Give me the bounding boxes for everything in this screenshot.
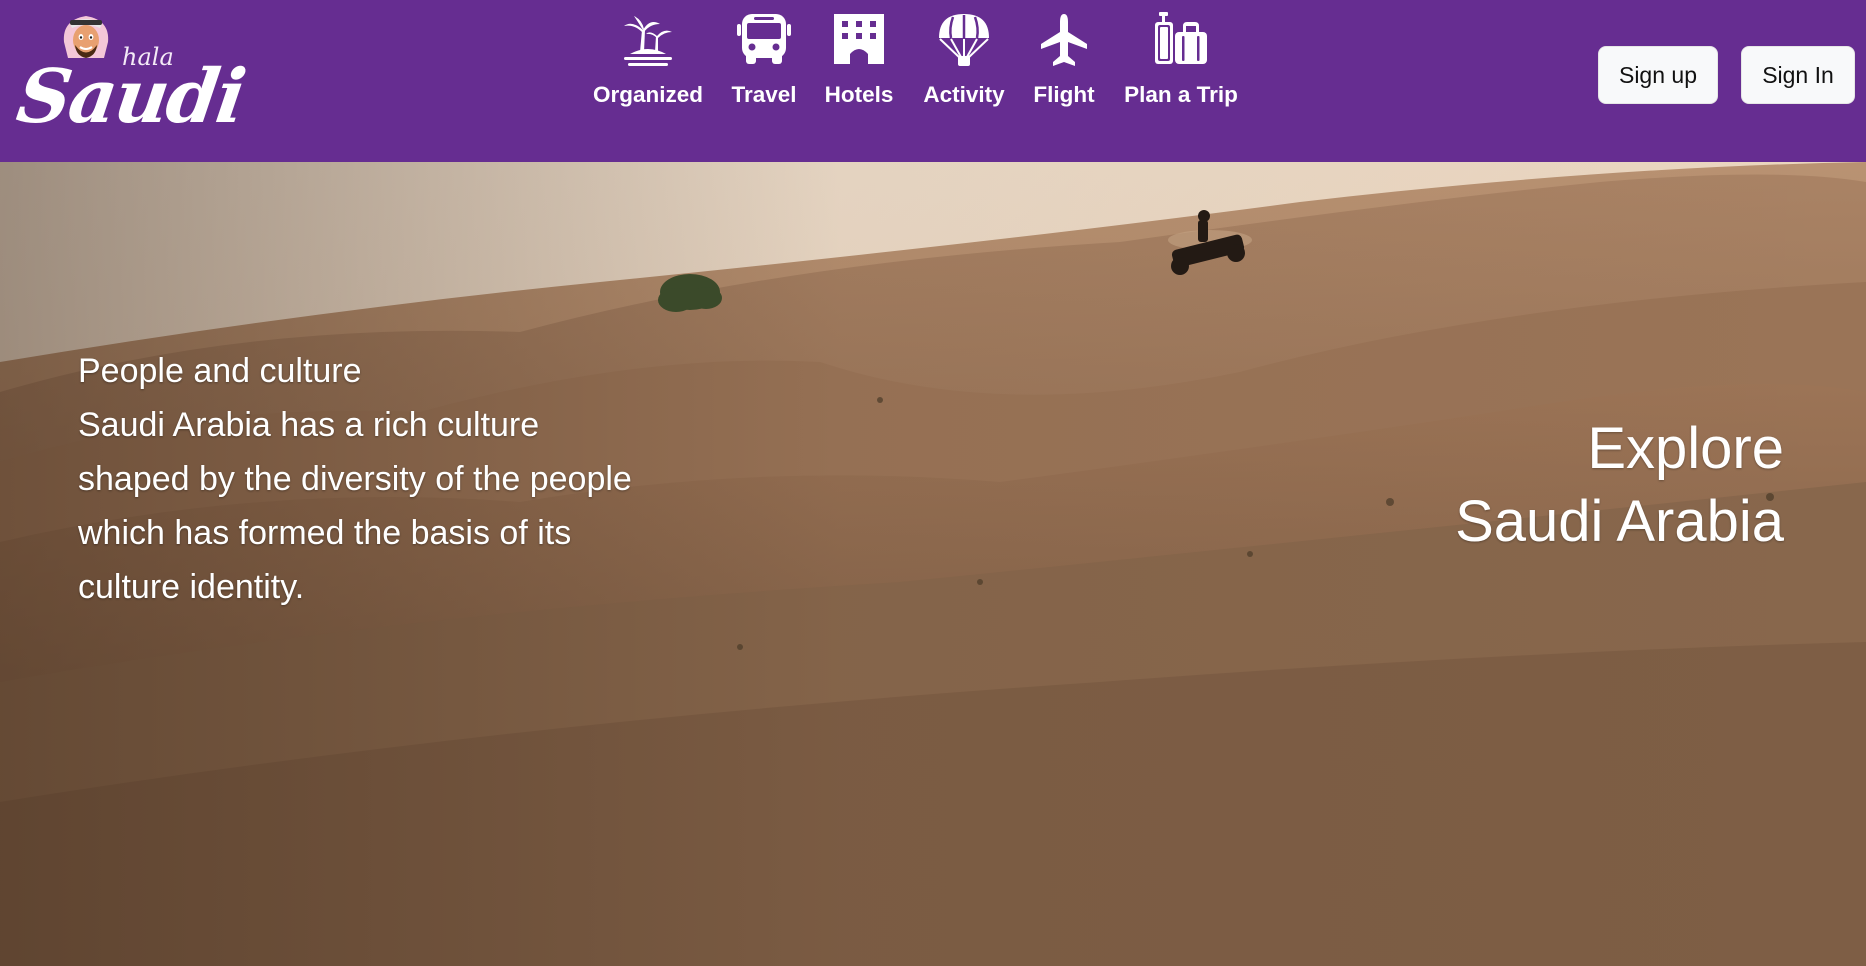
culture-line-2: shaped by the diversity of the people (78, 460, 632, 498)
sign-in-button[interactable]: Sign In (1741, 46, 1855, 104)
nav-label-hotels: Hotels (824, 82, 894, 107)
culture-heading: People and culture (78, 352, 362, 390)
nav-label-travel: Travel (731, 82, 797, 107)
culture-line-3: which has formed the basis of its (78, 514, 572, 552)
nav-item-flight[interactable]: Flight (1023, 12, 1105, 108)
culture-line-4: culture identity. (78, 568, 305, 606)
main-nav: Organized Travel Hotels Activity Flight … (0, 12, 1866, 122)
explore-line-2: Saudi Arabia (1455, 489, 1784, 554)
hotel-icon (834, 14, 884, 64)
hero-banner: People and culture Saudi Arabia has a ri… (0, 162, 1866, 966)
nav-item-plan-a-trip[interactable]: Plan a Trip (1118, 12, 1244, 108)
nav-label-plan-a-trip: Plan a Trip (1124, 82, 1238, 107)
bus-icon (737, 14, 791, 64)
nav-label-organized: Organized (592, 82, 704, 107)
nav-label-flight: Flight (1033, 82, 1095, 107)
nav-item-organized[interactable]: Organized (588, 12, 708, 108)
luggage-icon (1155, 12, 1207, 64)
culture-line-1: Saudi Arabia has a rich culture (78, 406, 540, 444)
nav-item-hotels[interactable]: Hotels (819, 12, 899, 108)
sign-up-button[interactable]: Sign up (1598, 46, 1718, 104)
people-and-culture-text: People and culture Saudi Arabia has a ri… (78, 344, 698, 614)
plane-icon (1041, 14, 1087, 66)
nav-label-activity: Activity (923, 82, 1005, 107)
palm-island-icon (624, 16, 672, 66)
nav-item-activity[interactable]: Activity (914, 12, 1014, 108)
explore-heading: Explore Saudi Arabia (1455, 412, 1784, 558)
top-navbar: hala Saudi Organized Travel Hotels Activ… (0, 0, 1866, 162)
explore-line-1: Explore (1587, 416, 1784, 481)
parachute-icon (939, 14, 989, 66)
nav-item-travel[interactable]: Travel (724, 12, 804, 108)
